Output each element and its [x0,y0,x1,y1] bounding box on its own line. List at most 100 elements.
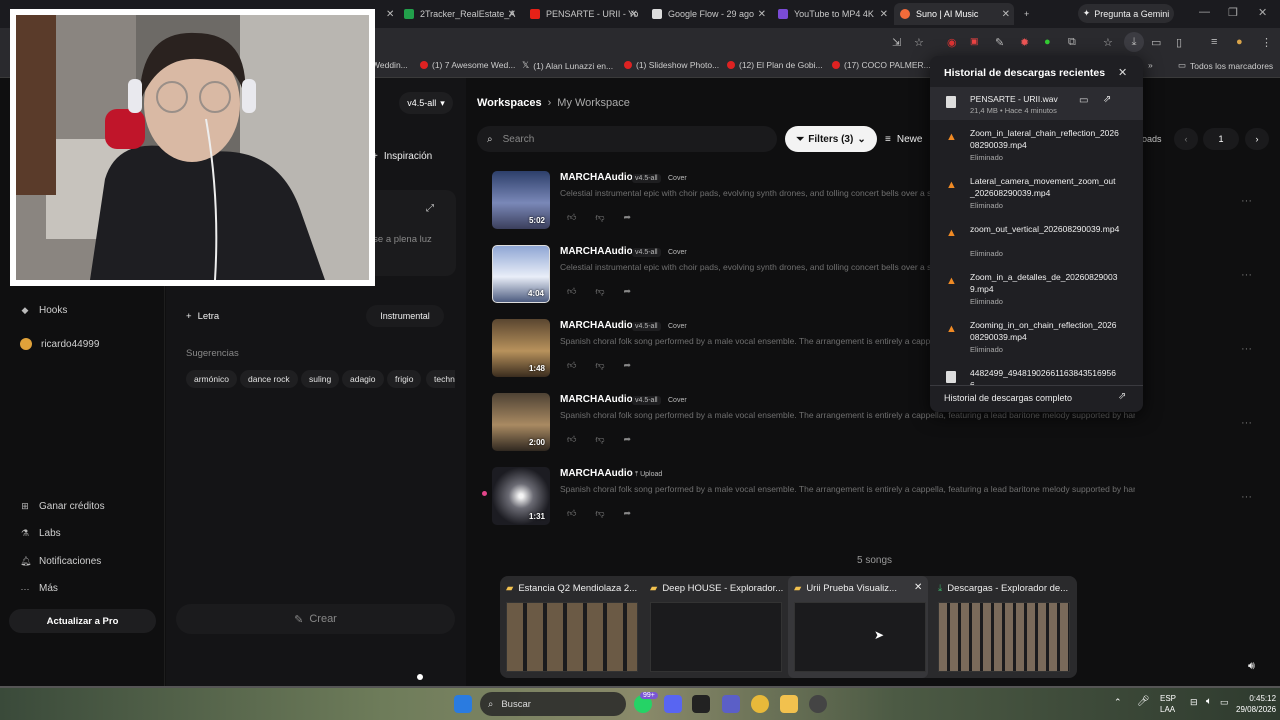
media-icon[interactable]: ≡ [1211,36,1217,48]
record-icon[interactable]: ◉ [947,36,957,49]
like-icon[interactable]: 👍︎ [567,360,576,371]
close-icon[interactable]: ✕ [880,9,888,20]
app-icon[interactable] [692,695,710,713]
more-icon[interactable]: ··· [1241,491,1252,503]
song-row[interactable]: 2:00 MARCHAAudio v4.5-all Cover Spanish … [492,393,1272,455]
song-row[interactable]: 1:31 MARCHAAudio ⤒ Upload Spanish choral… [482,467,1272,529]
upgrade-button[interactable]: Actualizar a Pro [9,609,156,633]
suggestion-chip[interactable]: suling [301,370,340,388]
song-title[interactable]: MARCHAAudio [560,246,633,257]
discord-icon[interactable] [664,695,682,713]
downloads-filter[interactable]: loads [1140,134,1162,144]
close-icon[interactable]: ✕ [914,582,922,593]
shield-icon[interactable]: ● [1044,36,1051,48]
taskbar-clock[interactable]: 0:45:12 29/08/2026 [1236,693,1276,715]
song-title[interactable]: MARCHAAudio [560,394,633,405]
share-icon[interactable]: ➦ [624,508,632,519]
gemini-button[interactable]: ✦ Pregunta a Gemini [1078,4,1174,23]
star-icon[interactable]: ☆ [914,36,924,49]
like-icon[interactable]: 👍︎ [567,508,576,519]
bookmark-item[interactable]: Weddin... [372,60,408,70]
song-cover[interactable]: 2:00 [492,393,550,451]
window-preview[interactable]: ⤓ Descargas - Explorador de... [932,576,1072,678]
song-cover[interactable]: 4:04 [492,245,550,303]
extension-new-icon[interactable]: ▣ [970,36,979,47]
dislike-icon[interactable]: 👎︎ [595,212,604,223]
page-prev-button[interactable]: ‹ [1174,128,1198,150]
share-icon[interactable]: ➦ [624,360,632,371]
minimize-icon[interactable]: — [1199,6,1210,18]
suggestion-chip[interactable]: frigio [387,370,422,388]
bookmark-star-icon[interactable]: ☆ [1103,36,1113,49]
download-item[interactable]: 4482499_494819026611638435169566... [930,367,1143,385]
tab-google-flow[interactable]: Google Flow - 29 ago ✕ [646,3,770,25]
song-title[interactable]: MARCHAAudio [560,320,633,331]
network-icon[interactable]: ⊟ [1190,697,1198,708]
bug-icon[interactable]: ✹ [1020,36,1029,49]
window-preview[interactable]: ▰ Estancia Q2 Mendiolaza 2... [500,576,640,678]
download-item[interactable]: ▲ Zoom_in_a_detalles_de_202608290039.mp4… [930,271,1143,311]
sidebar-item-profile[interactable]: ricardo44999 [20,338,99,350]
more-icon[interactable]: ··· [1241,195,1252,207]
download-item[interactable]: PENSARTE - URII.wav 21,4 MB • Hace 4 min… [930,87,1143,120]
more-icon[interactable]: ··· [1241,269,1252,281]
song-cover[interactable]: 1:48 [492,319,550,377]
menu-icon[interactable]: ⋮ [1261,36,1272,49]
tab-pensarte[interactable]: PENSARTE - URII - Yo ✕ [524,3,642,25]
teams-icon[interactable] [722,695,740,713]
chrome-icon[interactable] [751,695,769,713]
tab-youtube-mp4[interactable]: YouTube to MP4 4K ✕ [772,3,892,25]
download-item[interactable]: ▲ Zoom_in_lateral_chain_reflection_20260… [930,127,1143,167]
taskbar-search[interactable]: ⌕ Buscar [480,692,626,716]
instrumental-toggle[interactable]: Instrumental [366,305,444,327]
video-scrubber[interactable] [417,674,423,680]
download-item[interactable]: ▲ Zooming_in_on_chain_reflection_2026082… [930,319,1143,359]
bookmark-item[interactable]: (17) COCO PALMER... [832,60,931,70]
dislike-icon[interactable]: 👎︎ [595,360,604,371]
download-item[interactable]: ▲ zoom_out_vertical_202608290039.mp4 Eli… [930,223,1143,263]
song-row[interactable]: 4:04 MARCHAAudio v4.5-all Cover Celestia… [492,245,1272,307]
install-icon[interactable]: ⇲ [892,36,901,49]
suggestion-chip[interactable]: adagio [342,370,384,388]
folder-icon[interactable]: ▭ [1079,95,1088,106]
sidebar-item-credits[interactable]: ⊞ Ganar créditos [20,501,104,512]
like-icon[interactable]: 👍︎ [567,286,576,297]
close-icon[interactable]: ✕ [630,9,638,20]
inspiration-button[interactable]: + Inspiración [372,146,448,166]
chevron-up-icon[interactable]: ⌃ [1114,697,1122,708]
all-bookmarks[interactable]: ▭ Todos los marcadores [1178,60,1273,71]
sort-button[interactable]: ≡ Newe [885,126,935,152]
suggestion-chip[interactable]: armónico [186,370,237,388]
song-title[interactable]: MARCHAAudio [560,468,633,479]
full-history-link[interactable]: Historial de descargas completo [944,393,1072,403]
dislike-icon[interactable]: 👎︎ [595,286,604,297]
windows-start-icon[interactable] [454,695,472,713]
bookmark-item[interactable]: 𝕏 (1) Alan Lunazzi en... [522,60,613,71]
tab-2tracker[interactable]: 2Tracker_RealEstate_A ✕ [398,3,520,25]
window-preview[interactable]: ▰ Deep HOUSE - Explorador... [644,576,784,678]
bookmarks-overflow-icon[interactable]: » [1148,60,1153,70]
window-preview[interactable]: ▰ Urii Prueba Visualiz... ✕ ➤ [788,576,928,678]
song-cover[interactable]: 5:02 [492,171,550,229]
cast-icon[interactable]: ▭ [1151,36,1161,49]
like-icon[interactable]: 👍︎ [567,212,576,223]
battery-icon[interactable]: ▭ [1220,697,1229,708]
download-item[interactable]: ▲ Lateral_camera_movement_zoom_out_20260… [930,175,1143,215]
open-external-icon[interactable]: ⇗ [1103,94,1111,105]
more-icon[interactable]: ··· [1241,343,1252,355]
language-indicator[interactable]: ESP LAA [1160,693,1176,715]
dislike-icon[interactable]: 👎︎ [595,434,604,445]
bookmark-item[interactable]: (1) 7 Awesome Wed... [420,60,515,70]
lyrics-button[interactable]: + Letra [186,306,240,326]
song-row[interactable]: 5:02 MARCHAAudio v4.5-all Cover Celestia… [492,171,1272,233]
sidebar-item-notifications[interactable]: 🔔︎ Notificaciones [20,556,101,567]
dislike-icon[interactable]: 👎︎ [595,508,604,519]
profile-icon[interactable]: ● [1236,36,1243,48]
page-number[interactable]: 1 [1203,128,1239,150]
download-icon[interactable]: ⤓ [1124,32,1144,52]
share-icon[interactable]: ➦ [624,212,632,223]
close-icon[interactable]: ✕ [1002,9,1010,20]
window-close-icon[interactable]: ✕ [1258,6,1267,19]
song-cover[interactable]: 1:31 [492,467,550,525]
pen-icon[interactable]: ✎ [995,36,1004,49]
